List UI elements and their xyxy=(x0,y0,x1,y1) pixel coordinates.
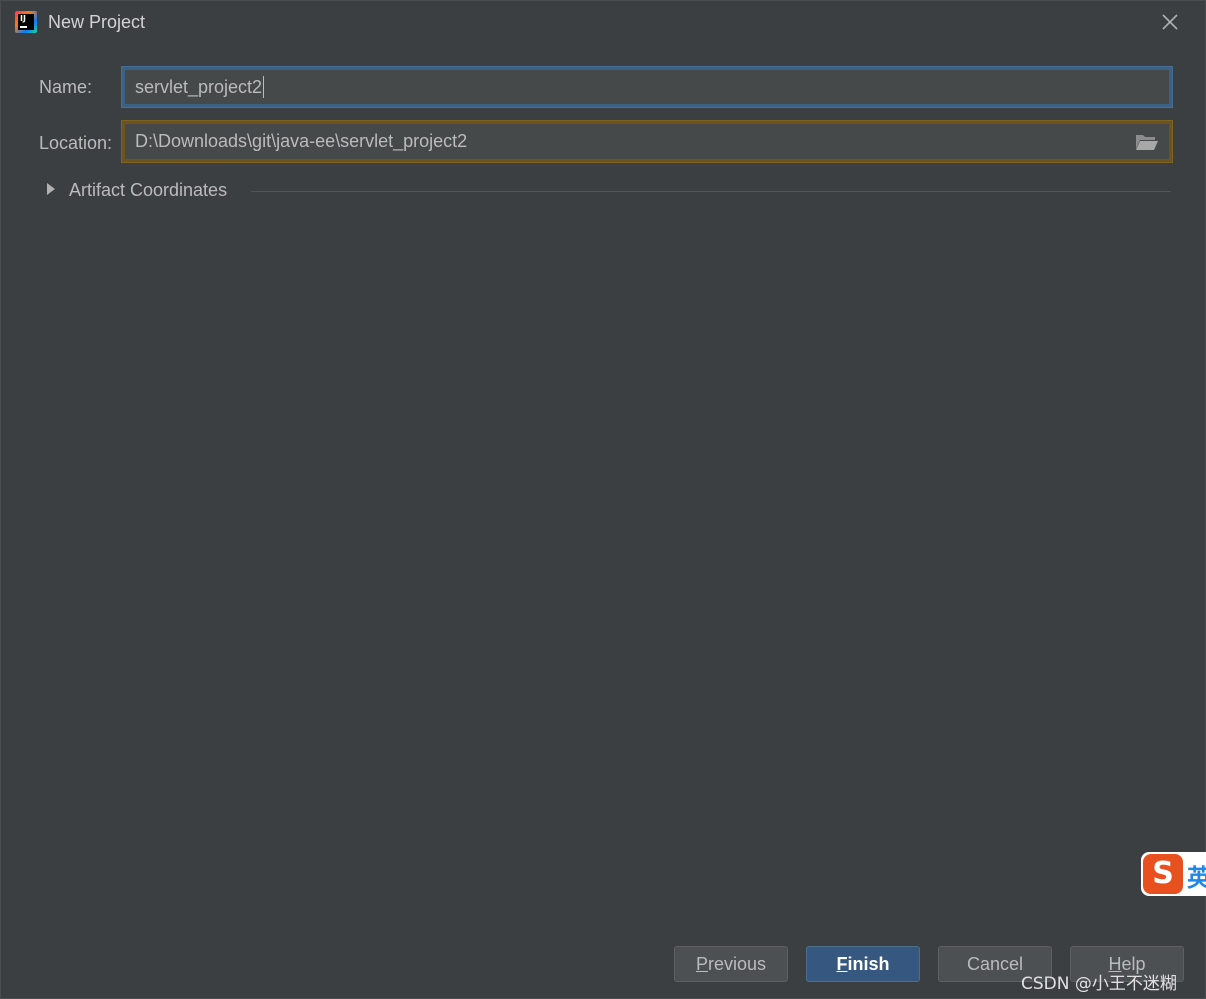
name-input-value: servlet_project2 xyxy=(135,76,263,97)
csdn-watermark: CSDN @小王不迷糊 xyxy=(1021,974,1177,994)
title-bar: IJ New Project xyxy=(1,1,1205,45)
finish-label: inish xyxy=(847,953,890,974)
location-input[interactable]: D:\Downloads\git\java-ee\servlet_project… xyxy=(121,120,1173,163)
browse-folder-button[interactable] xyxy=(1135,133,1159,151)
close-button[interactable] xyxy=(1157,9,1183,35)
artifact-coordinates-label: Artifact Coordinates xyxy=(69,180,228,200)
new-project-dialog: IJ New Project Name: servlet_project2 Lo… xyxy=(0,0,1206,999)
app-icon-text: IJ xyxy=(20,14,26,23)
name-label: Name: xyxy=(39,77,93,97)
finish-button[interactable]: Finish xyxy=(806,946,920,982)
previous-mnemonic: P xyxy=(695,953,708,974)
close-icon xyxy=(1162,14,1178,30)
sogou-logo-icon: S xyxy=(1143,854,1183,894)
intellij-app-icon-inner: IJ xyxy=(18,14,34,30)
previous-label: revious xyxy=(707,953,767,974)
artifact-coordinates-section[interactable]: Artifact Coordinates xyxy=(41,177,1171,207)
name-input[interactable]: servlet_project2 xyxy=(121,66,1173,108)
cancel-label: Cancel xyxy=(966,953,1024,974)
ime-mode-char: 英 xyxy=(1187,864,1206,892)
location-label: Location: xyxy=(39,133,113,153)
text-caret xyxy=(263,76,265,98)
dialog-title: New Project xyxy=(48,12,146,32)
location-input-value: D:\Downloads\git\java-ee\servlet_project… xyxy=(135,131,468,151)
ime-indicator[interactable]: S 英 xyxy=(1141,852,1206,896)
chevron-right-icon xyxy=(47,183,55,195)
finish-mnemonic: F xyxy=(836,953,848,974)
app-icon-bar xyxy=(20,26,27,28)
previous-button[interactable]: Previous xyxy=(674,946,788,982)
intellij-app-icon: IJ xyxy=(15,11,37,33)
section-divider xyxy=(251,191,1171,192)
folder-open-icon xyxy=(1136,135,1158,150)
